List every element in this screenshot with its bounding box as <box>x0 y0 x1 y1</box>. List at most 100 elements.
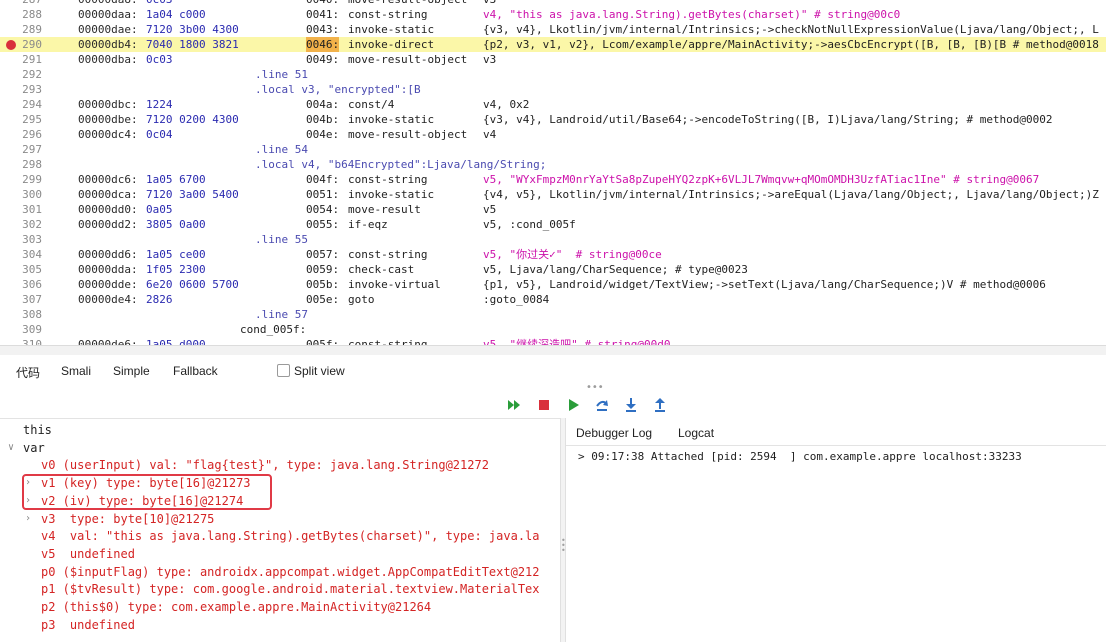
code-dir: .local v3, "encrypted":[B <box>255 83 421 96</box>
log-panel: Debugger Log Logcat > 09:17:38 Attached … <box>566 418 1106 642</box>
step-out-icon[interactable] <box>652 397 668 413</box>
code-op: goto <box>348 293 375 306</box>
code-line[interactable]: 310 00000de6: 1a05 d000 005f: const-string v5… <box>0 337 1106 345</box>
code-ln: 301 <box>22 203 42 216</box>
variable-row[interactable]: › v3 type: byte[10]@21275 <box>0 510 560 528</box>
code-line[interactable]: 294 00000dbc: 1224 004a: const/4 v4, 0x2 <box>0 97 1106 112</box>
code-line[interactable]: 298 .local v4, "b64Encrypted":Ljava/lang/… <box>0 157 1106 172</box>
code-bytes: 7120 3b00 4300 <box>146 23 239 36</box>
pane-divider[interactable] <box>0 345 1106 355</box>
smali-code-editor[interactable]: 287 00000da8: 0c03 0040: move-result-obj… <box>0 0 1106 345</box>
code-ln: 297 <box>22 143 42 156</box>
stop-icon[interactable] <box>536 397 552 413</box>
code-line[interactable]: 307 00000de4: 2826 005e: goto:goto_0084 <box>0 292 1106 307</box>
expand-down-icon[interactable]: ∨ <box>8 439 14 457</box>
code-args: {p1, v5}, Landroid/widget/TextView;->set… <box>483 278 1046 291</box>
code-line[interactable]: 292 .line 51 <box>0 67 1106 82</box>
code-line[interactable]: 288 00000daa: 1a04 c000 0041: const-string v4… <box>0 7 1106 22</box>
variable-row[interactable]: p0 ($inputFlag) type: androidx.appcompat… <box>0 563 560 581</box>
code-dir: .line 55 <box>255 233 308 246</box>
step-into-icon[interactable] <box>623 397 639 413</box>
code-off: 005b: <box>306 278 340 291</box>
code-op: const-string <box>348 338 428 345</box>
code-off: 0054: <box>306 203 340 216</box>
tab-debugger-log[interactable]: Debugger Log <box>576 426 652 440</box>
variable-row[interactable]: this <box>0 421 560 439</box>
code-line[interactable]: 291 00000dba: 0c03 0049: move-result-object v… <box>0 52 1106 67</box>
code-line[interactable]: 299 00000dc6: 1a05 6700 004f: const-string v5… <box>0 172 1106 187</box>
variable-text: this <box>23 423 52 437</box>
tab-code[interactable]: 代码 <box>16 364 40 381</box>
code-op: invoke-virtual <box>348 278 441 291</box>
code-dir: .line 57 <box>255 308 308 321</box>
code-addr: 00000dd0: <box>78 203 138 216</box>
code-bytes: 6e20 0600 5700 <box>146 278 239 291</box>
code-line[interactable]: 301 00000dd0: 0a05 0054: move-result v5 <box>0 202 1106 217</box>
code-bytes: 7120 3a00 5400 <box>146 188 239 201</box>
code-line[interactable]: 303 .line 55 <box>0 232 1106 247</box>
code-bytes: 1a05 d000 <box>146 338 206 345</box>
resize-grip-icon[interactable]: ••• <box>586 382 604 393</box>
variable-row[interactable]: v4 val: "this as java.lang.String).getBy… <box>0 527 560 545</box>
code-line[interactable]: 304 00000dd6: 1a05 ce00 0057: const-string v5… <box>0 247 1106 262</box>
variable-row[interactable]: p3 undefined <box>0 616 560 634</box>
code-line[interactable]: 300 00000dca: 7120 3a00 5400 0051: invoke-st… <box>0 187 1106 202</box>
code-op: invoke-direct <box>348 38 435 51</box>
code-line[interactable]: 293 .local v3, "encrypted":[B <box>0 82 1106 97</box>
code-line[interactable]: 295 00000dbe: 7120 0200 4300 004b: invoke-st… <box>0 112 1106 127</box>
tab-logcat[interactable]: Logcat <box>678 426 714 440</box>
variable-row[interactable]: p1 ($tvResult) type: com.google.android.… <box>0 580 560 598</box>
breakpoint-marker[interactable] <box>6 40 16 50</box>
code-args: {v3, v4}, Landroid/util/Base64;->encodeT… <box>483 113 1053 126</box>
code-line[interactable]: 290 00000db4: 7040 1800 3821 0046: invoke-di… <box>0 37 1106 52</box>
variable-text: v4 val: "this as java.lang.String).getBy… <box>41 529 540 544</box>
code-addr: 00000dbe: <box>78 113 138 126</box>
tab-fallback[interactable]: Fallback <box>173 364 218 378</box>
code-line[interactable]: 302 00000dd2: 3805 0a00 0055: if-eqz v5, :con… <box>0 217 1106 232</box>
tab-smali[interactable]: Smali <box>61 364 91 378</box>
variable-row[interactable]: ∨ var <box>0 439 560 457</box>
code-line[interactable]: 308 .line 57 <box>0 307 1106 322</box>
resume-all-icon[interactable] <box>506 397 522 413</box>
code-bytes: 1224 <box>146 98 173 111</box>
code-line[interactable]: 305 00000dda: 1f05 2300 0059: check-cast v5, … <box>0 262 1106 277</box>
code-args: v5, "你过关✓" # string@00ce <box>483 248 662 261</box>
run-icon[interactable] <box>566 397 582 413</box>
code-args: v5, :cond_005f <box>483 218 576 231</box>
variable-row[interactable]: v0 (userInput) val: "flag{test}", type: … <box>0 456 560 474</box>
expand-right-icon[interactable]: › <box>25 510 31 528</box>
code-addr: 00000de6: <box>78 338 138 345</box>
variable-text: v0 (userInput) val: "flag{test}", type: … <box>41 458 489 473</box>
code-addr: 00000dda: <box>78 263 138 276</box>
code-line[interactable]: 306 00000dde: 6e20 0600 5700 005b: invoke-vi… <box>0 277 1106 292</box>
code-op: move-result <box>348 203 421 216</box>
code-ln: 305 <box>22 263 42 276</box>
code-ln: 298 <box>22 158 42 171</box>
code-ln: 306 <box>22 278 42 291</box>
code-args: v5 <box>483 203 497 216</box>
code-off: 004a: <box>306 98 340 111</box>
variables-tree[interactable]: this ∨ var v0 (userInput) val: "flag{test}"… <box>0 418 560 642</box>
variable-row[interactable]: p2 (this$0) type: com.example.appre.Main… <box>0 598 560 616</box>
code-line[interactable]: 309 cond_005f: <box>0 322 1106 337</box>
code-bytes: 1a05 ce00 <box>146 248 206 261</box>
code-ln: 299 <box>22 173 42 186</box>
code-off: 0057: <box>306 248 340 261</box>
code-ln: 302 <box>22 218 42 231</box>
code-op: const-string <box>348 8 428 21</box>
step-over-icon[interactable] <box>594 397 610 413</box>
tab-simple[interactable]: Simple <box>113 364 150 378</box>
split-view-label: Split view <box>294 364 345 378</box>
code-ln: 288 <box>22 8 42 21</box>
code-ln: 303 <box>22 233 42 246</box>
variable-text: var <box>23 440 45 455</box>
code-line[interactable]: 289 00000dae: 7120 3b00 4300 0043: invoke-st… <box>0 22 1106 37</box>
code-bytes: 1f05 2300 <box>146 263 206 276</box>
code-ln: 293 <box>22 83 42 96</box>
code-line[interactable]: 297 .line 54 <box>0 142 1106 157</box>
variable-row[interactable]: v5 undefined <box>0 545 560 563</box>
split-view-checkbox[interactable] <box>277 364 290 377</box>
code-ln: 289 <box>22 23 42 36</box>
code-line[interactable]: 296 00000dc4: 0c04 004e: move-result-object v… <box>0 127 1106 142</box>
code-addr: 00000de4: <box>78 293 138 306</box>
